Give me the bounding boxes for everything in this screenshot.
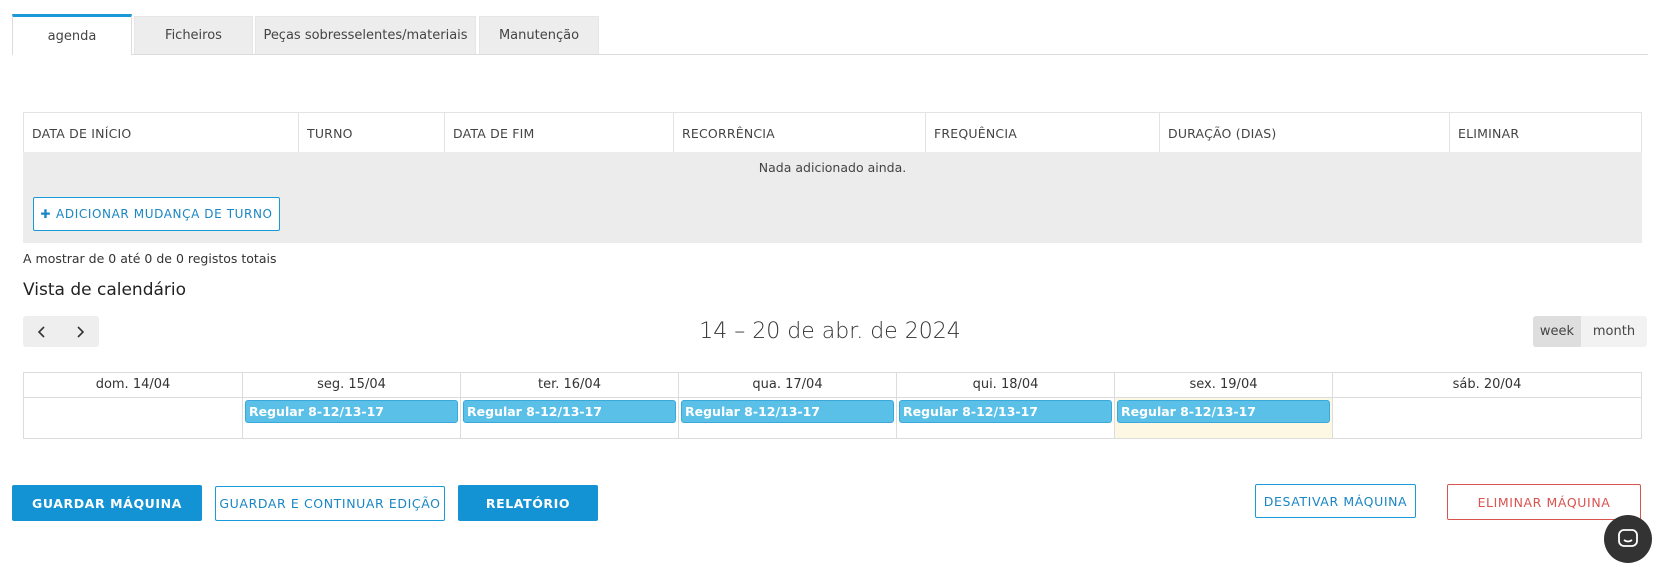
- prev-week-button[interactable]: [23, 316, 61, 347]
- calendar-event[interactable]: Regular 8-12/13-17: [899, 400, 1112, 423]
- day-header: qui. 18/04: [897, 373, 1114, 398]
- column-header-recurrence[interactable]: RECORRÊNCIA: [673, 113, 925, 153]
- calendar-week-grid: dom. 14/04 seg. 15/04 Regular 8-12/13-17…: [23, 372, 1642, 439]
- tab-label: agenda: [47, 28, 97, 44]
- tab-bar: agenda Ficheiros Peças sobresselentes/ma…: [12, 14, 1648, 55]
- records-summary: A mostrar de 0 até 0 de 0 registos totai…: [23, 251, 277, 266]
- chat-icon: [1618, 529, 1638, 547]
- deactivate-machine-button[interactable]: DESATIVAR MÁQUINA: [1255, 484, 1416, 518]
- column-header-end-date[interactable]: DATA DE FIM: [444, 113, 673, 153]
- day-cell[interactable]: [1333, 398, 1641, 438]
- day-cell[interactable]: [24, 398, 242, 438]
- add-shift-change-button[interactable]: ✚ ADICIONAR MUDANÇA DE TURNO: [33, 197, 280, 231]
- tab-label: Manutenção: [498, 28, 580, 43]
- calendar-event[interactable]: Regular 8-12/13-17: [245, 400, 458, 423]
- save-machine-button[interactable]: GUARDAR MÁQUINA: [12, 485, 202, 521]
- day-header: ter. 16/04: [461, 373, 678, 398]
- column-header-shift[interactable]: TURNO: [298, 113, 444, 153]
- next-week-button[interactable]: [61, 316, 99, 347]
- calendar-day-column: qua. 17/04 Regular 8-12/13-17: [678, 373, 896, 438]
- calendar-view-switch: week month: [1533, 316, 1647, 347]
- day-header: sáb. 20/04: [1333, 373, 1641, 398]
- column-header-delete: ELIMINAR: [1449, 113, 1643, 153]
- day-cell[interactable]: Regular 8-12/13-17: [461, 398, 678, 438]
- chevron-right-icon: [77, 325, 85, 338]
- column-header-start-date[interactable]: DATA DE INÍCIO: [24, 113, 298, 153]
- calendar-title: Vista de calendário: [23, 280, 187, 300]
- calendar-day-column: ter. 16/04 Regular 8-12/13-17: [460, 373, 678, 438]
- day-cell[interactable]: Regular 8-12/13-17: [897, 398, 1114, 438]
- calendar-nav: [23, 316, 99, 347]
- tab-label: Peças sobresselentes/materiais: [263, 28, 468, 43]
- plus-icon: ✚: [40, 207, 52, 221]
- day-header: qua. 17/04: [679, 373, 896, 398]
- view-week-button[interactable]: week: [1533, 316, 1581, 347]
- calendar-day-column: dom. 14/04: [24, 373, 242, 438]
- tab-manutencao[interactable]: Manutenção: [479, 16, 599, 54]
- tab-agenda[interactable]: agenda: [12, 14, 132, 55]
- calendar-event[interactable]: Regular 8-12/13-17: [463, 400, 676, 423]
- view-month-button[interactable]: month: [1581, 316, 1647, 347]
- calendar-event[interactable]: Regular 8-12/13-17: [1117, 400, 1330, 423]
- shift-table: DATA DE INÍCIO TURNO DATA DE FIM RECORRÊ…: [23, 112, 1642, 243]
- column-header-frequency[interactable]: FREQUÊNCIA: [925, 113, 1159, 153]
- report-button[interactable]: RELATÓRIO: [458, 485, 598, 521]
- day-header: seg. 15/04: [243, 373, 460, 398]
- calendar-event[interactable]: Regular 8-12/13-17: [681, 400, 894, 423]
- calendar-range: 14 – 20 de abr. de 2024: [699, 319, 961, 344]
- tab-ficheiros[interactable]: Ficheiros: [134, 16, 253, 54]
- calendar-day-column: qui. 18/04 Regular 8-12/13-17: [896, 373, 1114, 438]
- chevron-left-icon: [37, 325, 45, 338]
- day-header: dom. 14/04: [24, 373, 242, 398]
- chat-launcher-button[interactable]: [1604, 515, 1652, 563]
- calendar-day-column: sex. 19/04 Regular 8-12/13-17: [1114, 373, 1332, 438]
- table-body: Nada adicionado ainda. ✚ ADICIONAR MUDAN…: [23, 152, 1642, 243]
- save-continue-button[interactable]: GUARDAR E CONTINUAR EDIÇÃO: [215, 486, 445, 521]
- empty-table-message: Nada adicionado ainda.: [758, 160, 907, 175]
- day-cell[interactable]: Regular 8-12/13-17: [243, 398, 460, 438]
- day-cell-today[interactable]: Regular 8-12/13-17: [1115, 398, 1332, 438]
- add-shift-change-label: ADICIONAR MUDANÇA DE TURNO: [56, 207, 273, 221]
- tab-label: Ficheiros: [165, 28, 222, 43]
- day-header: sex. 19/04: [1115, 373, 1332, 398]
- column-header-duration[interactable]: DURAÇÃO (DIAS): [1159, 113, 1449, 153]
- calendar-day-column: seg. 15/04 Regular 8-12/13-17: [242, 373, 460, 438]
- day-cell[interactable]: Regular 8-12/13-17: [679, 398, 896, 438]
- delete-machine-button[interactable]: ELIMINAR MÁQUINA: [1447, 484, 1641, 520]
- tab-pecas[interactable]: Peças sobresselentes/materiais: [255, 16, 476, 54]
- table-header: DATA DE INÍCIO TURNO DATA DE FIM RECORRÊ…: [23, 112, 1643, 153]
- calendar-day-column: sáb. 20/04: [1332, 373, 1641, 438]
